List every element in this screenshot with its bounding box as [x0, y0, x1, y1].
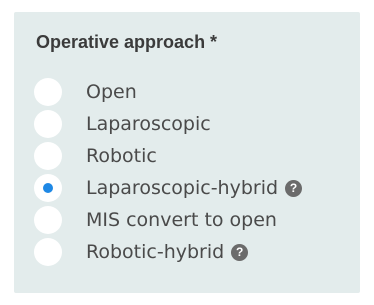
radio-mis-convert-to-open[interactable] — [34, 206, 62, 234]
operative-approach-label: Operative approach * — [36, 32, 218, 52]
option-laparoscopic-hybrid[interactable]: Laparoscopic-hybrid ? — [34, 172, 303, 204]
help-icon[interactable]: ? — [285, 179, 303, 197]
radio-robotic-hybrid[interactable] — [34, 238, 62, 266]
help-icon[interactable]: ? — [231, 243, 249, 261]
option-label: Open — [86, 81, 137, 103]
option-label: Robotic — [86, 145, 157, 167]
option-label: Laparoscopic — [86, 113, 211, 135]
option-label: MIS convert to open — [86, 209, 277, 231]
option-robotic-hybrid[interactable]: Robotic-hybrid ? — [34, 236, 249, 268]
radio-open[interactable] — [34, 78, 62, 106]
option-label: Robotic-hybrid — [86, 241, 225, 263]
option-open[interactable]: Open — [34, 76, 137, 108]
option-label: Laparoscopic-hybrid — [86, 177, 279, 199]
radio-robotic[interactable] — [34, 142, 62, 170]
radio-laparoscopic-hybrid[interactable] — [34, 174, 62, 202]
option-laparoscopic[interactable]: Laparoscopic — [34, 108, 211, 140]
option-robotic[interactable]: Robotic — [34, 140, 157, 172]
radio-laparoscopic[interactable] — [34, 110, 62, 138]
operative-approach-panel: Operative approach * Open Laparoscopic R… — [14, 12, 360, 293]
option-mis-convert-to-open[interactable]: MIS convert to open — [34, 204, 277, 236]
